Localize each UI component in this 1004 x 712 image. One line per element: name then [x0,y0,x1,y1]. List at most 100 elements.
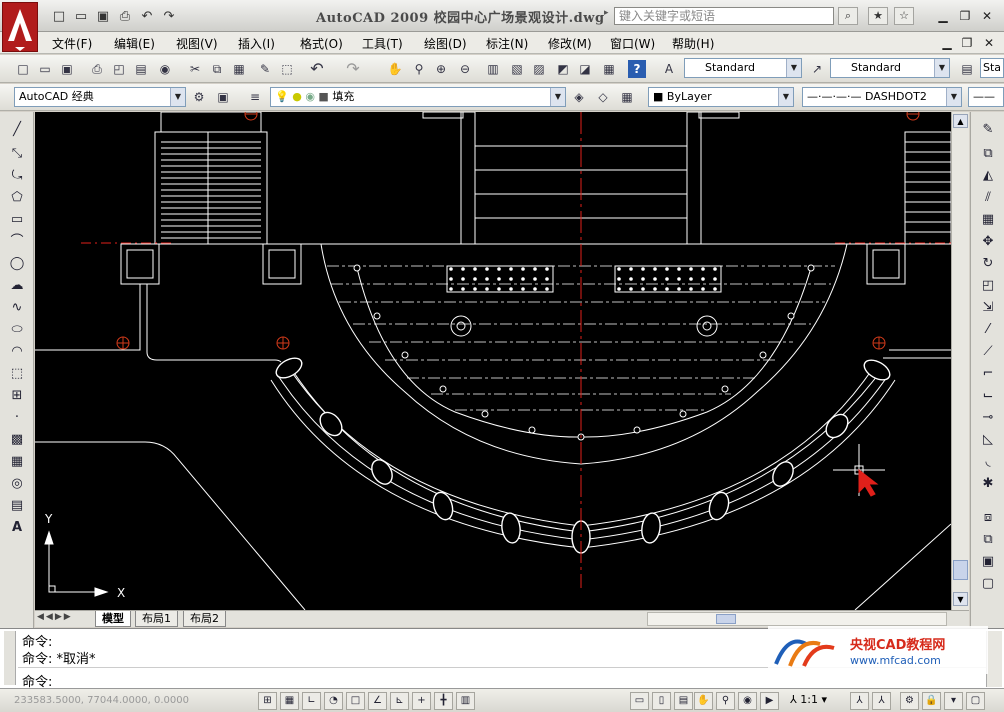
auto-scale-icon[interactable]: ⅄ [872,692,891,710]
multiline-text-icon[interactable]: A [7,518,27,538]
menu-view[interactable]: 视图(V) [176,35,218,52]
markup-icon[interactable]: ◪ [576,60,594,78]
grid-display-icon[interactable]: ▦ [280,692,299,710]
redo-toolbar-icon[interactable]: ↷ [344,60,362,78]
scroll-down-icon[interactable]: ▼ [953,592,968,606]
menu-file[interactable]: 文件(F) [52,35,92,52]
3d-dwf-icon[interactable]: ◉ [156,60,174,78]
extend-icon[interactable]: ⟋ [978,342,998,362]
text-style-select[interactable]: Standard ▼ [684,58,802,78]
line-icon[interactable]: ╱ [7,120,27,140]
open-icon[interactable]: ▭ [36,60,54,78]
properties-icon[interactable]: ▥ [484,60,502,78]
zoom-previous-icon[interactable]: ⊖ [456,60,474,78]
drawing-canvas[interactable]: Y X [35,112,951,610]
zoom-status-icon[interactable]: ⚲ [716,692,735,710]
menu-window[interactable]: 窗口(W) [610,35,655,52]
communication-center-icon[interactable]: ★ [868,7,888,25]
model-space-icon[interactable]: ▭ [630,692,649,710]
ellipse-icon[interactable]: ⬭ [7,320,27,340]
scroll-up-icon[interactable]: ▲ [953,114,968,128]
arc-icon[interactable]: ⌒ [7,232,27,252]
menu-tools[interactable]: 工具(T) [362,35,403,52]
tab-layout1[interactable]: 布局1 [135,611,178,627]
command-scrollbar[interactable] [986,631,1002,687]
send-under-icon[interactable]: ▢ [978,574,998,594]
help-icon[interactable]: ? [628,60,646,78]
drawing-quick-view-icon[interactable]: ▤ [674,692,693,710]
dim-style-icon[interactable]: ↗ [808,60,826,78]
save-icon[interactable]: ▣ [94,9,112,25]
point-icon[interactable]: · [7,408,27,428]
pan-icon[interactable]: ✋ [386,60,404,78]
quick-properties-icon[interactable]: ▥ [456,692,475,710]
dynamic-ucs-icon[interactable]: ⊾ [390,692,409,710]
annotation-visibility-icon[interactable]: ⅄ [850,692,869,710]
calculator-icon[interactable]: ▦ [600,60,618,78]
region-icon[interactable]: ◎ [7,474,27,494]
showmotion-icon[interactable]: ▶ [760,692,779,710]
publish-icon[interactable]: ▤ [132,60,150,78]
bring-above-icon[interactable]: ▣ [978,552,998,572]
pan-status-icon[interactable]: ✋ [694,692,713,710]
clean-screen-icon[interactable]: ▢ [966,692,985,710]
menu-modify[interactable]: 修改(M) [548,35,592,52]
my-workspace-icon[interactable]: ▣ [214,88,232,106]
layer-select[interactable]: 💡 ● ◉ ■ 填充 ▼ [270,87,566,107]
dynamic-input-icon[interactable]: + [412,692,431,710]
mirror-icon[interactable]: ◭ [978,166,998,186]
tab-nav-arrows-icon[interactable]: ◀◀▶▶ [37,612,73,622]
design-center-icon[interactable]: ▧ [508,60,526,78]
move-icon[interactable]: ✥ [978,232,998,252]
qnew-icon[interactable]: □ [14,60,32,78]
h-scroll-thumb[interactable] [716,614,736,624]
table-icon[interactable]: ▤ [7,496,27,516]
lock-icon[interactable]: 🔒 [922,692,941,710]
copy-object-icon[interactable]: ⧉ [978,144,998,164]
gradient-icon[interactable]: ▦ [7,452,27,472]
doc-minimize-icon[interactable]: ▁ [938,35,956,51]
chamfer-icon[interactable]: ◺ [978,430,998,450]
spline-icon[interactable]: ∿ [7,298,27,318]
favorites-icon[interactable]: ☆ [894,7,914,25]
menu-edit[interactable]: 编辑(E) [114,35,155,52]
tool-palettes-icon[interactable]: ▨ [530,60,548,78]
rectangle-icon[interactable]: ▭ [7,210,27,230]
draw-order-back-icon[interactable]: ⧉ [978,530,998,550]
doc-restore-icon[interactable]: ❐ [958,35,976,51]
annotation-scale[interactable]: ⅄ 1:1 ▾ [790,693,827,706]
application-menu-button[interactable] [2,2,38,52]
rotate-icon[interactable]: ↻ [978,254,998,274]
plot-icon[interactable]: ⎙ [88,60,106,78]
horizontal-scrollbar[interactable] [647,612,947,626]
new-file-icon[interactable]: □ [50,9,68,25]
block-editor-icon[interactable]: ⬚ [278,60,296,78]
fillet-icon[interactable]: ◟ [978,452,998,472]
workspace-switch-icon[interactable]: ⚙ [900,692,919,710]
join-icon[interactable]: ⊸ [978,408,998,428]
break-at-point-icon[interactable]: ⌐ [978,364,998,384]
zoom-window-icon[interactable]: ⊕ [432,60,450,78]
offset-icon[interactable]: ⫽ [978,188,998,208]
layer-manager-icon[interactable]: ≡ [246,88,264,106]
menu-insert[interactable]: 插入(I) [238,35,275,52]
tab-layout2[interactable]: 布局2 [183,611,226,627]
table-style-icon[interactable]: ▤ [958,60,976,78]
construction-line-icon[interactable]: ⤡ [7,144,27,164]
layer-previous-icon[interactable]: ◇ [594,88,612,106]
redo-icon[interactable]: ↷ [160,9,178,25]
trim-icon[interactable]: ⁄ [978,320,998,340]
open-file-icon[interactable]: ▭ [72,9,90,25]
object-snap-tracking-icon[interactable]: ∠ [368,692,387,710]
linetype-select[interactable]: —·—·—·— DASHDOT2 ▼ [802,87,962,107]
break-icon[interactable]: ⌙ [978,386,998,406]
make-block-icon[interactable]: ⊞ [7,386,27,406]
workspace-select[interactable]: AutoCAD 经典 ▼ [14,87,186,107]
draw-order-front-icon[interactable]: ⧈ [978,508,998,528]
explode-icon[interactable]: ✱ [978,474,998,494]
polyline-icon[interactable]: ⤿ [7,166,27,186]
plot-preview-icon[interactable]: ◰ [110,60,128,78]
workspace-settings-icon[interactable]: ⚙ [190,88,208,106]
menu-dimension[interactable]: 标注(N) [486,35,528,52]
hatch-icon[interactable]: ▩ [7,430,27,450]
